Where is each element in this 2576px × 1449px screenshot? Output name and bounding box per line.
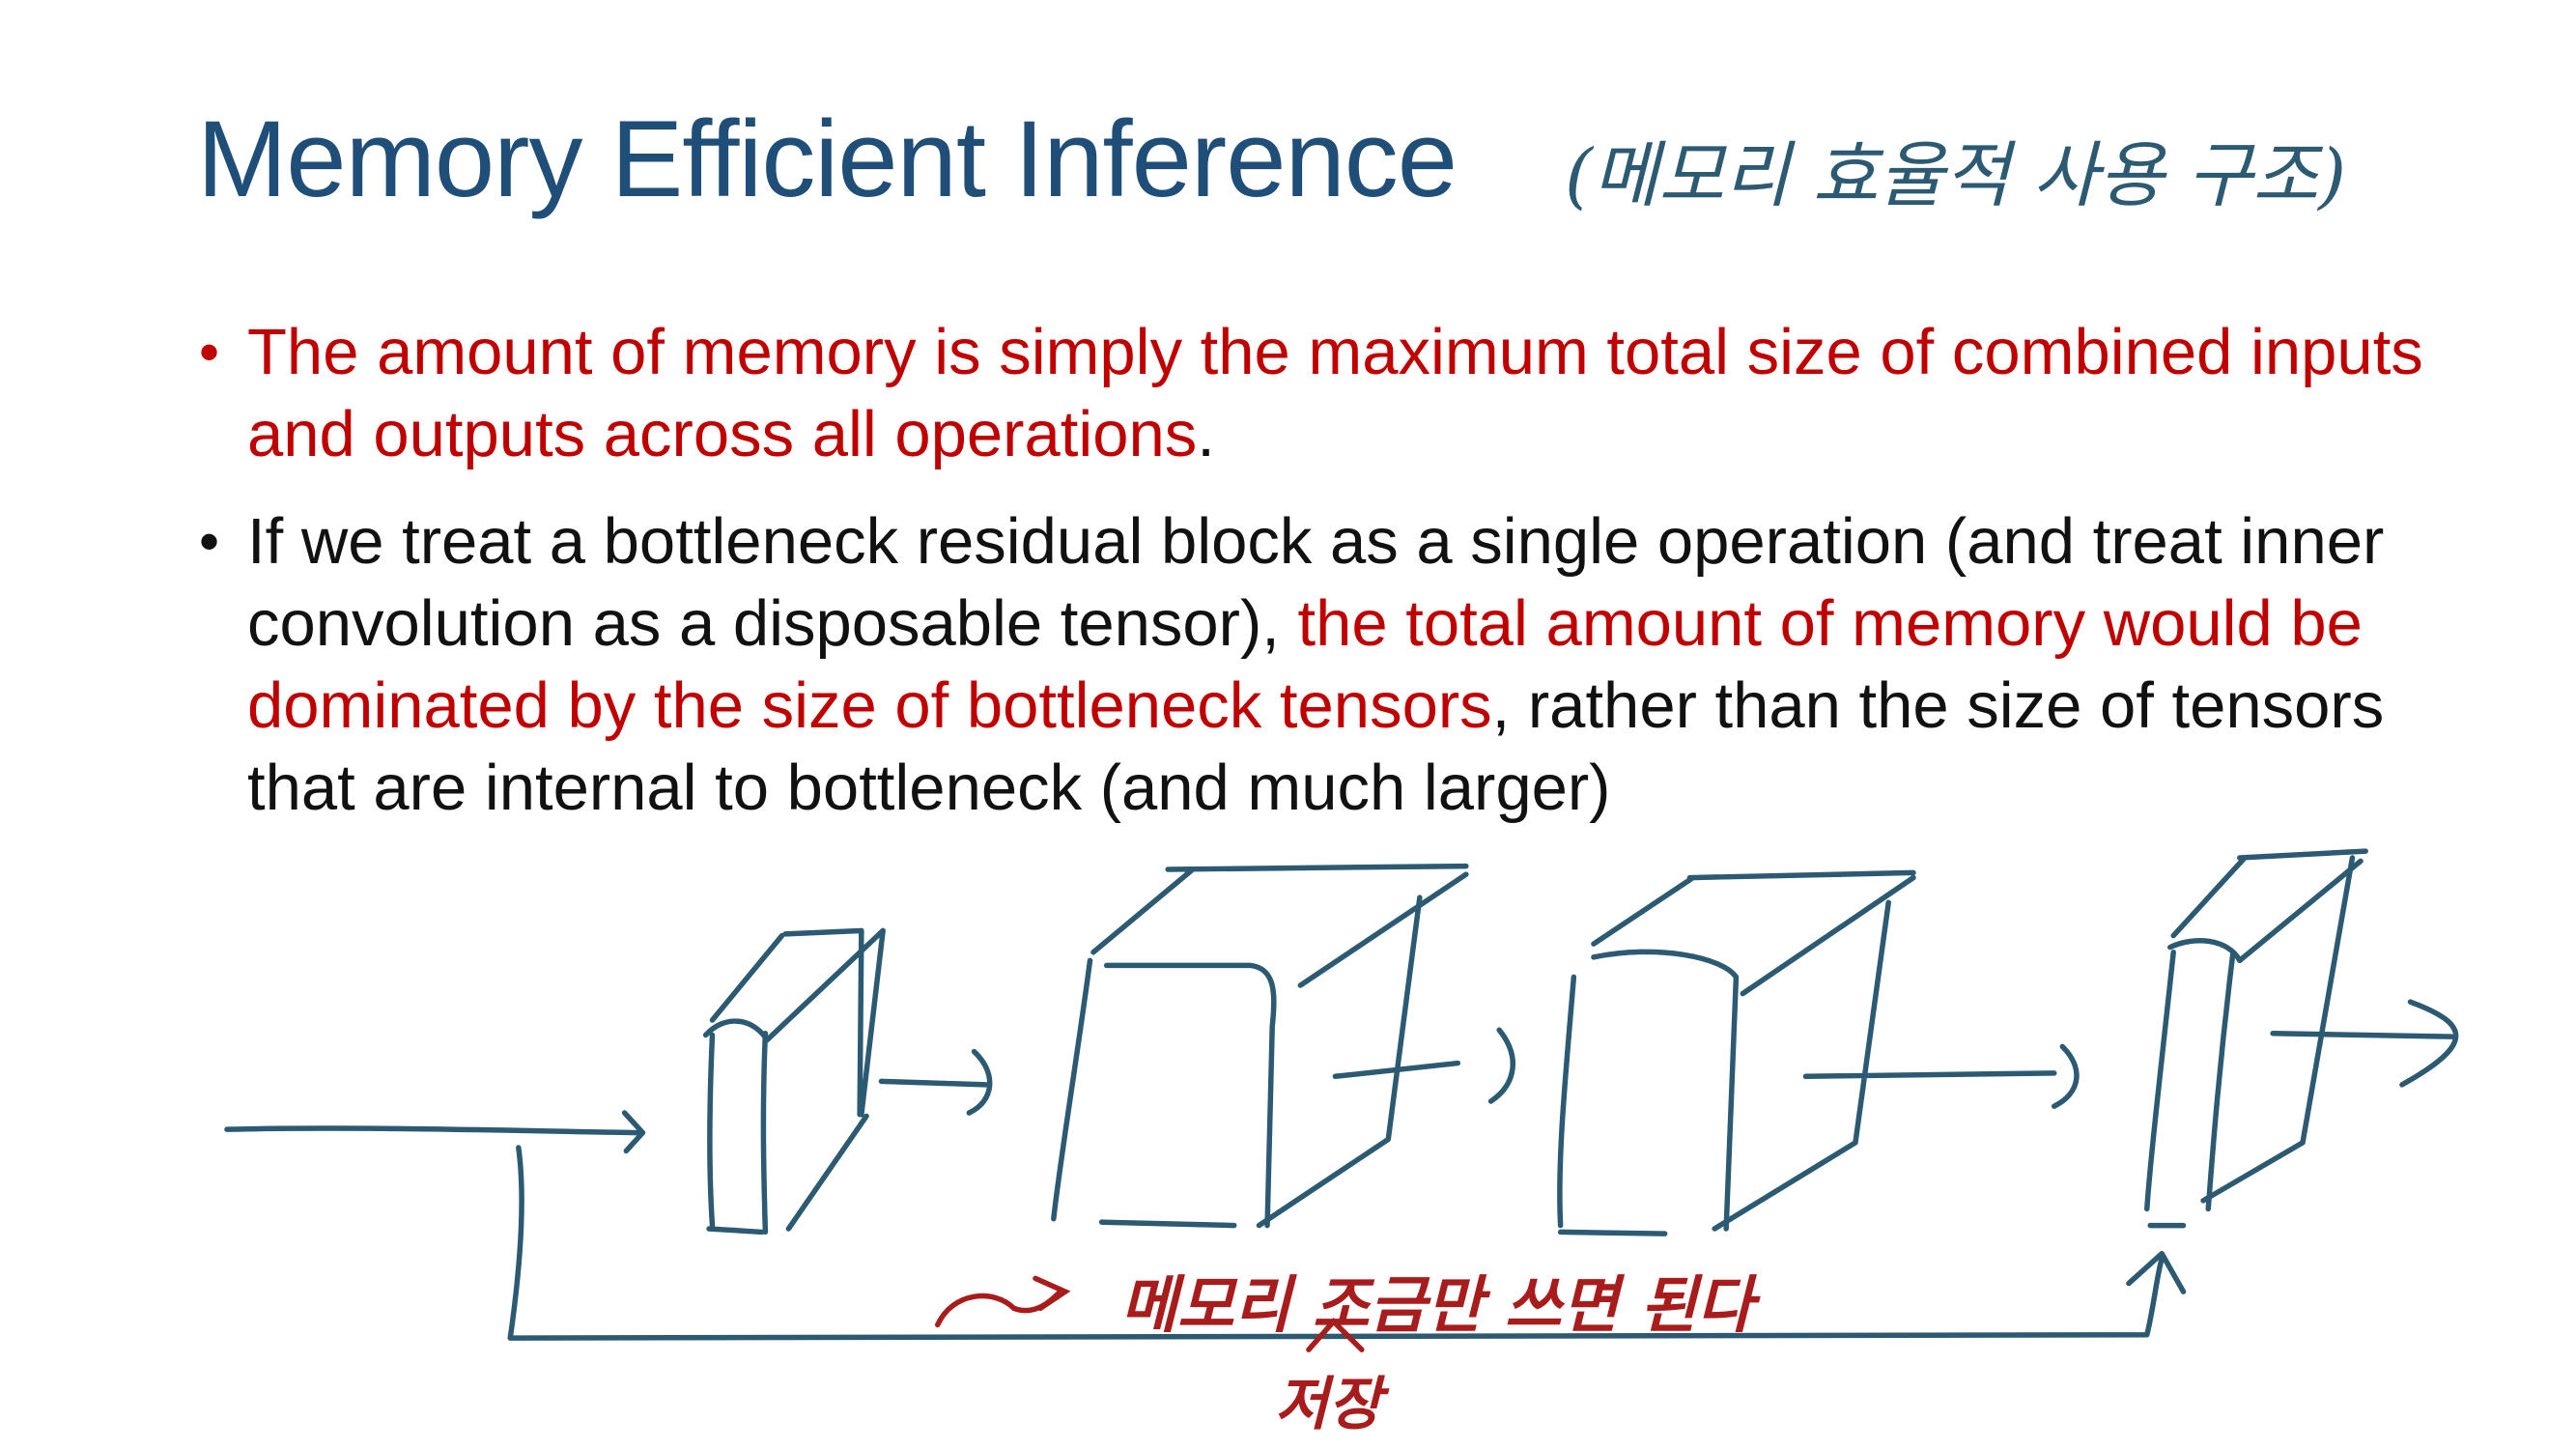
block-3 (1557, 869, 2080, 1236)
block-4 (2144, 848, 2459, 1229)
input-arrow (224, 1110, 646, 1154)
output-arrow (2270, 999, 2459, 1088)
bottleneck-sketch (224, 848, 2459, 1352)
handwritten-note: 메모리 조금만 쓰면 된다 (1120, 1270, 1754, 1342)
arrow-1 (878, 1048, 993, 1116)
handwritten-note-insert: 저장 (1275, 1371, 1382, 1438)
note-pointer-arrow (935, 1275, 1071, 1328)
block-1 (702, 927, 886, 1236)
block-2 (1051, 863, 1515, 1229)
